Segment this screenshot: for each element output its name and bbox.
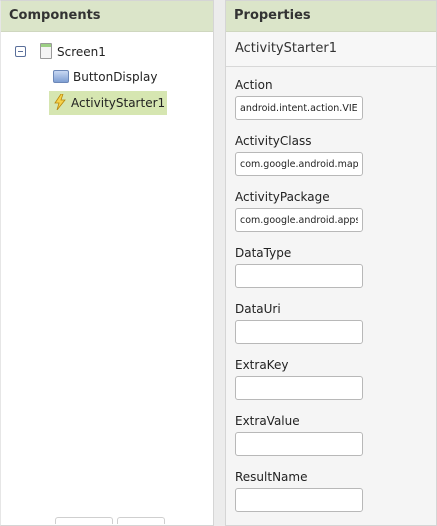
property-datatype: DataType	[235, 241, 436, 297]
lightning-bolt-icon	[54, 93, 66, 110]
property-label: ActivityPackage	[235, 190, 330, 204]
property-activitypackage: ActivityPackage	[235, 185, 436, 241]
property-activityclass: ActivityClass	[235, 129, 436, 185]
property-action: Action	[235, 73, 436, 129]
property-datauri: DataUri	[235, 297, 436, 353]
activitypackage-field[interactable]	[235, 208, 363, 232]
properties-panel: Properties ActivityStarter1 Action Activ…	[225, 0, 437, 526]
screen-icon	[40, 42, 52, 59]
datauri-field[interactable]	[235, 320, 363, 344]
tree-item-label: ButtonDisplay	[73, 70, 158, 84]
property-resultname: ResultName	[235, 465, 436, 521]
components-header: Components	[1, 1, 213, 32]
tree-item-buttondisplay[interactable]: ButtonDisplay	[53, 65, 157, 89]
component-tree: Screen1 ButtonDisplay ActivityStarter1	[1, 32, 213, 524]
property-label: ExtraValue	[235, 414, 300, 428]
property-label: DataUri	[235, 302, 281, 316]
activityclass-field[interactable]	[235, 152, 363, 176]
tree-item-label: ActivityStarter1	[71, 96, 166, 110]
tree-item-activitystarter1[interactable]: ActivityStarter1	[49, 91, 167, 115]
datatype-field[interactable]	[235, 264, 363, 288]
components-panel: Components Screen1 ButtonDisplay Activit…	[0, 0, 214, 526]
properties-list: Action ActivityClass ActivityPackage Dat…	[226, 67, 436, 521]
action-field[interactable]	[235, 96, 363, 120]
tree-item-screen1[interactable]: Screen1	[15, 40, 106, 64]
rename-button[interactable]	[55, 517, 113, 524]
properties-header: Properties	[226, 1, 436, 32]
property-label: ExtraKey	[235, 358, 289, 372]
property-label: ResultName	[235, 470, 308, 484]
button-component-icon	[53, 70, 69, 83]
property-label: DataType	[235, 246, 292, 260]
selected-component-name: ActivityStarter1	[226, 32, 436, 67]
collapse-icon[interactable]	[15, 46, 26, 57]
delete-button[interactable]	[117, 517, 165, 524]
property-extrakey: ExtraKey	[235, 353, 436, 409]
property-extravalue: ExtraValue	[235, 409, 436, 465]
extrakey-field[interactable]	[235, 376, 363, 400]
panel-divider	[214, 0, 225, 526]
extravalue-field[interactable]	[235, 432, 363, 456]
tree-item-label: Screen1	[57, 45, 106, 59]
resultname-field[interactable]	[235, 488, 363, 512]
property-label: Action	[235, 78, 273, 92]
property-label: ActivityClass	[235, 134, 312, 148]
